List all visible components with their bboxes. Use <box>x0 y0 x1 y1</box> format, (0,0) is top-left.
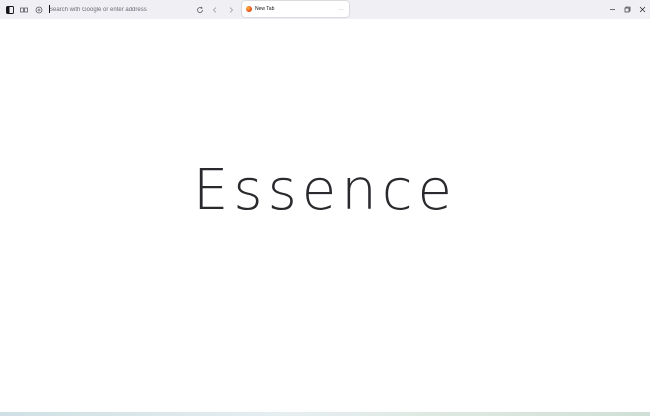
forward-button[interactable] <box>224 3 237 16</box>
tab-more-icon[interactable]: … <box>338 6 344 12</box>
browser-favicon-icon <box>246 6 252 12</box>
browser-window: New Tab … Essence <box>0 0 650 416</box>
close-icon <box>639 0 646 18</box>
chevron-left-icon <box>211 6 219 14</box>
tab-new-tab[interactable]: New Tab … <box>242 1 349 17</box>
sidebar-icon <box>5 5 14 14</box>
reload-button[interactable] <box>193 3 206 16</box>
minimize-button[interactable] <box>607 4 617 14</box>
back-button[interactable] <box>208 3 221 16</box>
restore-icon <box>624 0 631 18</box>
address-bar[interactable] <box>46 3 196 16</box>
bottom-edge-strip <box>0 412 650 416</box>
chevron-right-icon <box>227 6 235 14</box>
site-info-icon <box>35 6 43 14</box>
tab-manager-button[interactable] <box>17 3 30 16</box>
reload-icon <box>196 6 204 14</box>
restore-button[interactable] <box>622 4 632 14</box>
text-caret <box>49 5 50 13</box>
url-input[interactable] <box>46 3 196 16</box>
tab-manager-icon <box>19 7 28 13</box>
sidebar-toggle-button[interactable] <box>3 3 16 16</box>
browser-toolbar: New Tab … <box>0 0 650 19</box>
minimize-icon <box>609 0 616 18</box>
tab-title: New Tab <box>255 6 275 12</box>
brand-wordmark: Essence <box>193 158 457 223</box>
close-window-button[interactable] <box>637 4 647 14</box>
site-info-button[interactable] <box>32 3 45 16</box>
